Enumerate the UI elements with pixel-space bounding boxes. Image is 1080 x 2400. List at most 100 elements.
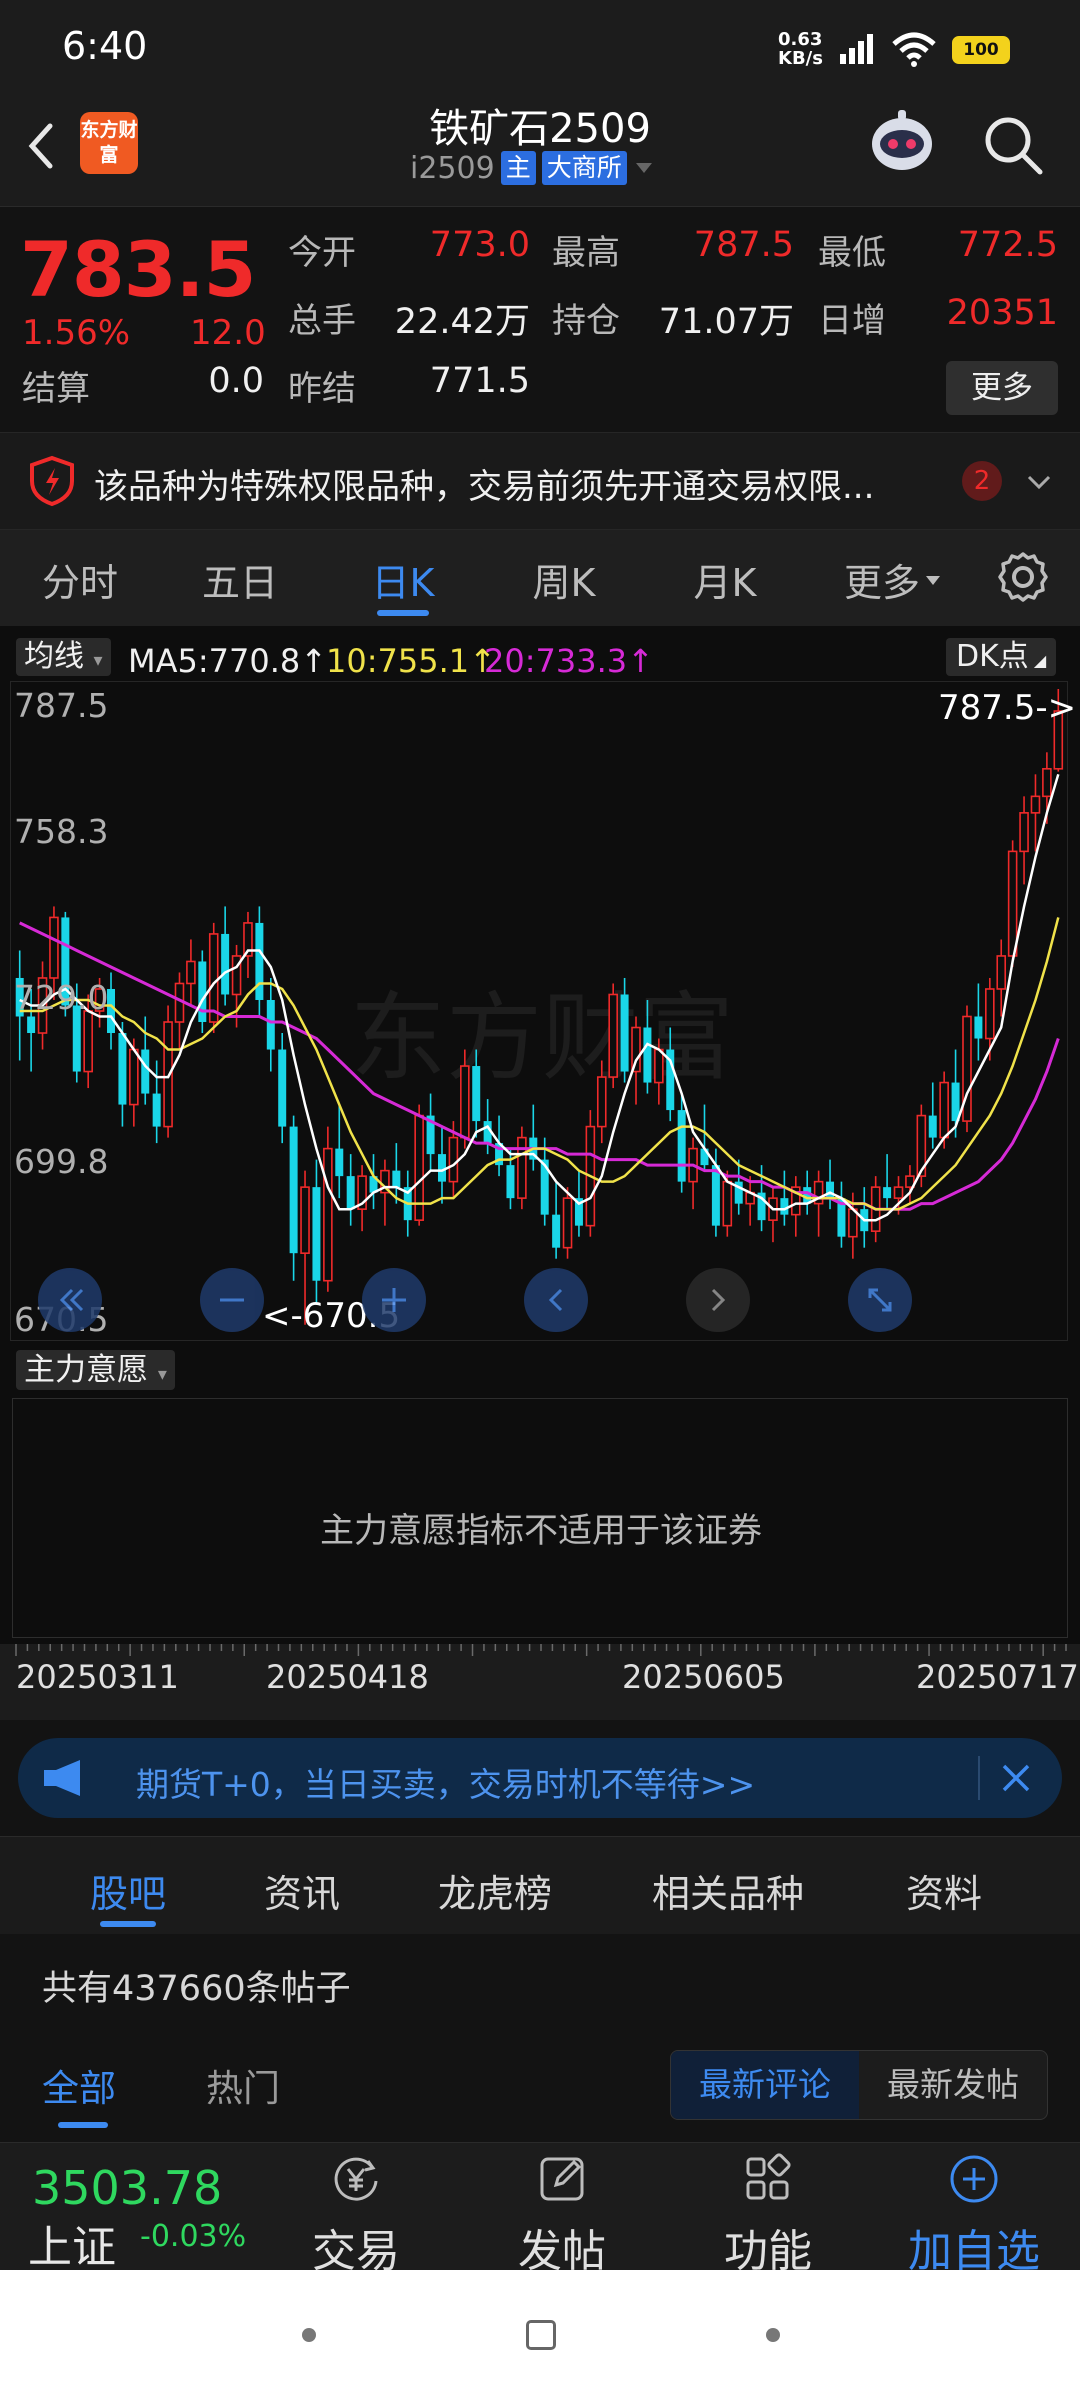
candle [643,1027,652,1083]
contract-code-row[interactable]: i2509 主 大商所 [410,148,655,188]
tab-related[interactable]: 相关品种 [652,1863,804,1918]
candle [939,1081,949,1139]
zoom-out-button[interactable] [200,1268,264,1332]
low-label: 最低 [818,233,886,273]
tab-news[interactable]: 资讯 [264,1863,340,1918]
chevron-down-icon[interactable] [1024,467,1054,497]
tab-daily-k[interactable]: 日K [343,552,463,607]
shield-alert-icon [30,455,74,507]
candle [722,1180,733,1227]
exchange-tag: 大商所 [541,151,627,185]
candle [335,1148,344,1177]
prev-button[interactable] [524,1268,588,1332]
tab-forum[interactable]: 股吧 [90,1863,166,1918]
tab-leaderboard[interactable]: 龙虎榜 [438,1863,552,1918]
zoom-in-button[interactable] [362,1268,426,1332]
kline-chart[interactable]: 均线 ▾ MA5:770.8↑ 10:755.1↑ 20:733.3↑ DK点 … [0,626,1080,1346]
date-axis-ticks [15,1644,1067,1656]
permission-notice[interactable]: 该品种为特殊权限品种，交易前须先开通交易权限... 2 [0,432,1080,530]
clock: 6:40 [62,24,148,68]
tab-monthly-k[interactable]: 月K [665,552,785,607]
notice-text: 该品种为特殊权限品种，交易前须先开通交易权限... [94,467,875,507]
promo-banner[interactable]: 期货T+0，当日买卖，交易时机不等待>> [18,1738,1062,1818]
back-button[interactable] [766,2328,780,2342]
candle [472,1066,481,1122]
system-nav-bar [0,2270,1080,2400]
open-interest-value: 71.07万 [658,302,794,342]
period-tabs: 分时 五日 日K 周K 月K 更多 [0,530,1080,626]
rewind-button[interactable] [38,1268,102,1332]
rewind-icon [59,1288,84,1312]
next-button[interactable] [686,1268,750,1332]
candle [27,1016,36,1034]
active-tab-indicator [377,610,429,616]
candle [346,1176,355,1210]
sort-latest-comment[interactable]: 最新评论 [671,2051,859,2119]
fullscreen-button[interactable] [848,1268,912,1332]
indicator-message: 主力意愿指标不适用于该证券 [320,1511,762,1551]
battery-icon: 100 [952,36,1010,64]
nav-add-watchlist[interactable]: 加自选 [904,2151,1044,2279]
y-tick-label: 729.0 [14,978,109,1017]
candle [608,993,618,1078]
search-icon[interactable] [980,112,1046,178]
candle [208,933,219,1023]
active-tab-indicator [100,1921,156,1927]
filter-row: 全部 热门 最新评论 最新发帖 [0,2030,1080,2142]
candle [826,1181,835,1199]
filter-all[interactable]: 全部 [42,2058,116,2112]
tab-profile[interactable]: 资料 [906,1863,982,1918]
candle [392,1170,401,1188]
gear-icon[interactable] [996,550,1050,604]
candle [893,1186,904,1199]
ma-select[interactable]: 均线 ▾ [16,638,111,676]
tab-five-day[interactable]: 五日 [180,552,300,607]
candle [506,1165,515,1199]
sort-latest-post[interactable]: 最新发帖 [859,2051,1047,2119]
nav-apps[interactable]: 功能 [698,2151,838,2279]
candle [780,1198,789,1215]
apps-icon [746,2153,791,2200]
candle [83,1010,93,1073]
robot-assistant-icon[interactable] [862,102,942,182]
ma20-legend: 20:733.3↑ [484,642,654,680]
indicator-select[interactable]: 主力意愿 ▾ [16,1350,175,1390]
tab-intraday[interactable]: 分时 [20,552,140,607]
nav-trade[interactable]: 交易 [286,2151,426,2279]
index-name[interactable]: 上证 [28,2211,116,2275]
y-tick-label: 758.3 [14,812,109,851]
max-price-marker: 787.5-> [938,688,1077,728]
candle [278,1049,287,1127]
close-icon[interactable] [994,1756,1038,1800]
home-button[interactable] [526,2320,556,2350]
last-price: 783.5 [20,225,256,314]
low-value: 772.5 [957,225,1058,265]
high-value: 787.5 [693,225,794,265]
candle [996,955,1007,990]
add-watchlist-icon [950,2155,998,2203]
volume-label: 总手 [288,301,356,341]
candle [883,1187,892,1199]
candle [255,922,264,1000]
candle [1007,850,1018,957]
recents-button[interactable] [302,2328,316,2342]
filter-hot[interactable]: 热门 [206,2058,280,2112]
more-quote-button[interactable]: 更多 [946,361,1058,415]
zoom-in-icon [382,1288,406,1312]
index-value[interactable]: 3503.78 [32,2161,222,2215]
candle [186,960,196,985]
kline-plot[interactable]: 东方财富 [10,681,1068,1341]
dk-point-button[interactable]: DK点 ◢ [946,638,1057,676]
candle [552,1214,561,1248]
nav-post[interactable]: 发帖 [492,2151,632,2279]
header: 东方财富 铁矿石2509 i2509 主 大商所 [0,96,1080,206]
wifi-icon [892,32,936,67]
promo-banner-wrap: 期货T+0，当日买卖，交易时机不等待>> [0,1720,1080,1836]
tab-weekly-k[interactable]: 周K [504,552,624,607]
indicator-select-label: 主力意愿 [24,1352,148,1388]
candle [517,1136,527,1199]
caret-down-icon: ▾ [93,650,103,671]
tab-more[interactable]: 更多 [844,552,942,607]
high-label: 最高 [552,233,620,273]
section-tabs: 股吧 资讯 龙虎榜 相关品种 资料 [0,1836,1080,1934]
